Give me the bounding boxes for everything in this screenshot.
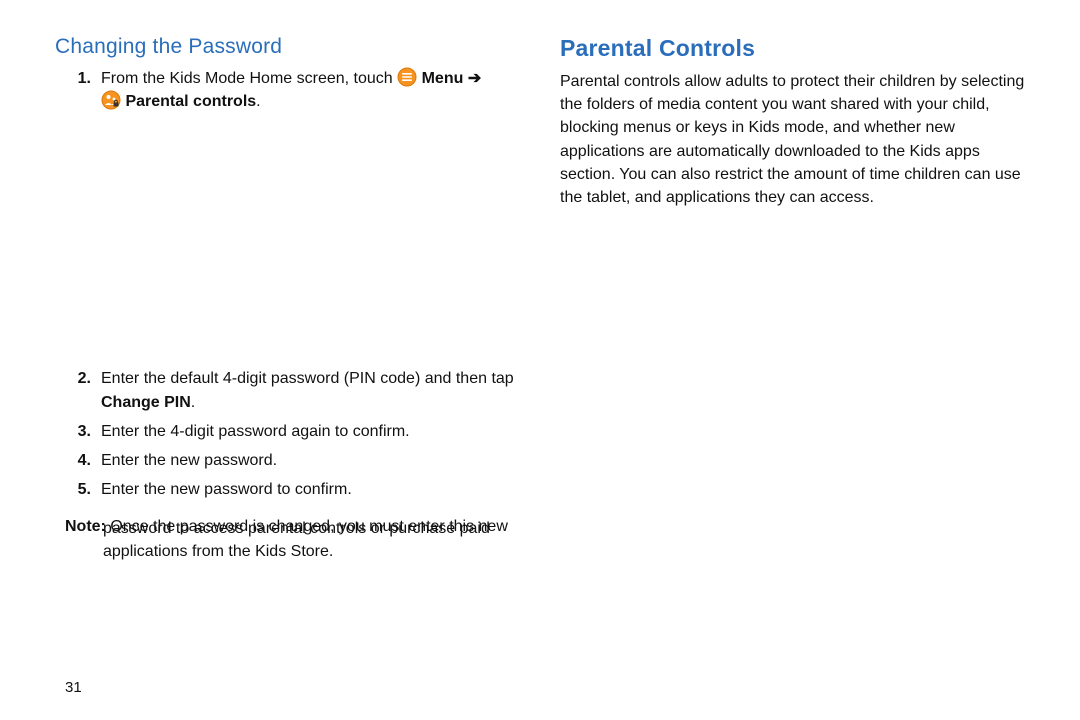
step-4: 4. Enter the new password. (55, 449, 515, 472)
step1-menu-label: Menu (422, 70, 464, 87)
steps-list: 1. From the Kids Mode Home screen, touch… (55, 67, 515, 113)
step2-text-c: . (191, 394, 195, 411)
step-5: 5. Enter the new password to confirm. (55, 478, 515, 501)
menu-icon (397, 67, 417, 87)
step-body: Enter the default 4-digit password (PIN … (101, 367, 515, 413)
step-3: 3. Enter the 4-digit password again to c… (55, 420, 515, 443)
note-block: Note: Once the password is changed, you … (55, 515, 515, 563)
step1-text: From the Kids Mode Home screen, touch (101, 70, 393, 87)
parental-controls-paragraph: Parental controls allow adults to protec… (560, 70, 1035, 209)
document-page: Changing the Password 1. From the Kids M… (0, 0, 1080, 720)
step-body: Enter the new password. (101, 449, 515, 472)
left-column: Changing the Password 1. From the Kids M… (55, 35, 545, 710)
heading-changing-password: Changing the Password (55, 35, 515, 59)
step-number: 3. (55, 420, 101, 443)
step-number: 5. (55, 478, 101, 501)
page-number: 31 (65, 679, 82, 696)
step1-parental-label: Parental controls (125, 93, 256, 110)
step-number: 4. (55, 449, 101, 472)
step-body: Enter the new password to confirm. (101, 478, 515, 501)
heading-parental-controls: Parental Controls (560, 35, 1035, 62)
step-1: 1. From the Kids Mode Home screen, touch… (55, 67, 515, 113)
step2-change-pin: Change PIN (101, 394, 191, 411)
step-body: From the Kids Mode Home screen, touch Me… (101, 67, 515, 113)
arrow-icon: ➔ (468, 70, 481, 87)
step-number: 2. (55, 367, 101, 413)
parental-controls-icon (101, 90, 121, 110)
period: . (256, 93, 260, 110)
step-number: 1. (55, 67, 101, 113)
note-label: Note: (65, 518, 106, 535)
step2-text-a: Enter the default 4-digit password (PIN … (101, 370, 514, 387)
step-2: 2. Enter the default 4-digit password (P… (55, 367, 515, 413)
note-body: password to access parental controls or … (65, 517, 515, 563)
right-column: Parental Controls Parental controls allo… (545, 35, 1035, 710)
step-body: Enter the 4-digit password again to conf… (101, 420, 515, 443)
steps-list-cont: 2. Enter the default 4-digit password (P… (55, 367, 515, 501)
vertical-gap (55, 119, 515, 367)
